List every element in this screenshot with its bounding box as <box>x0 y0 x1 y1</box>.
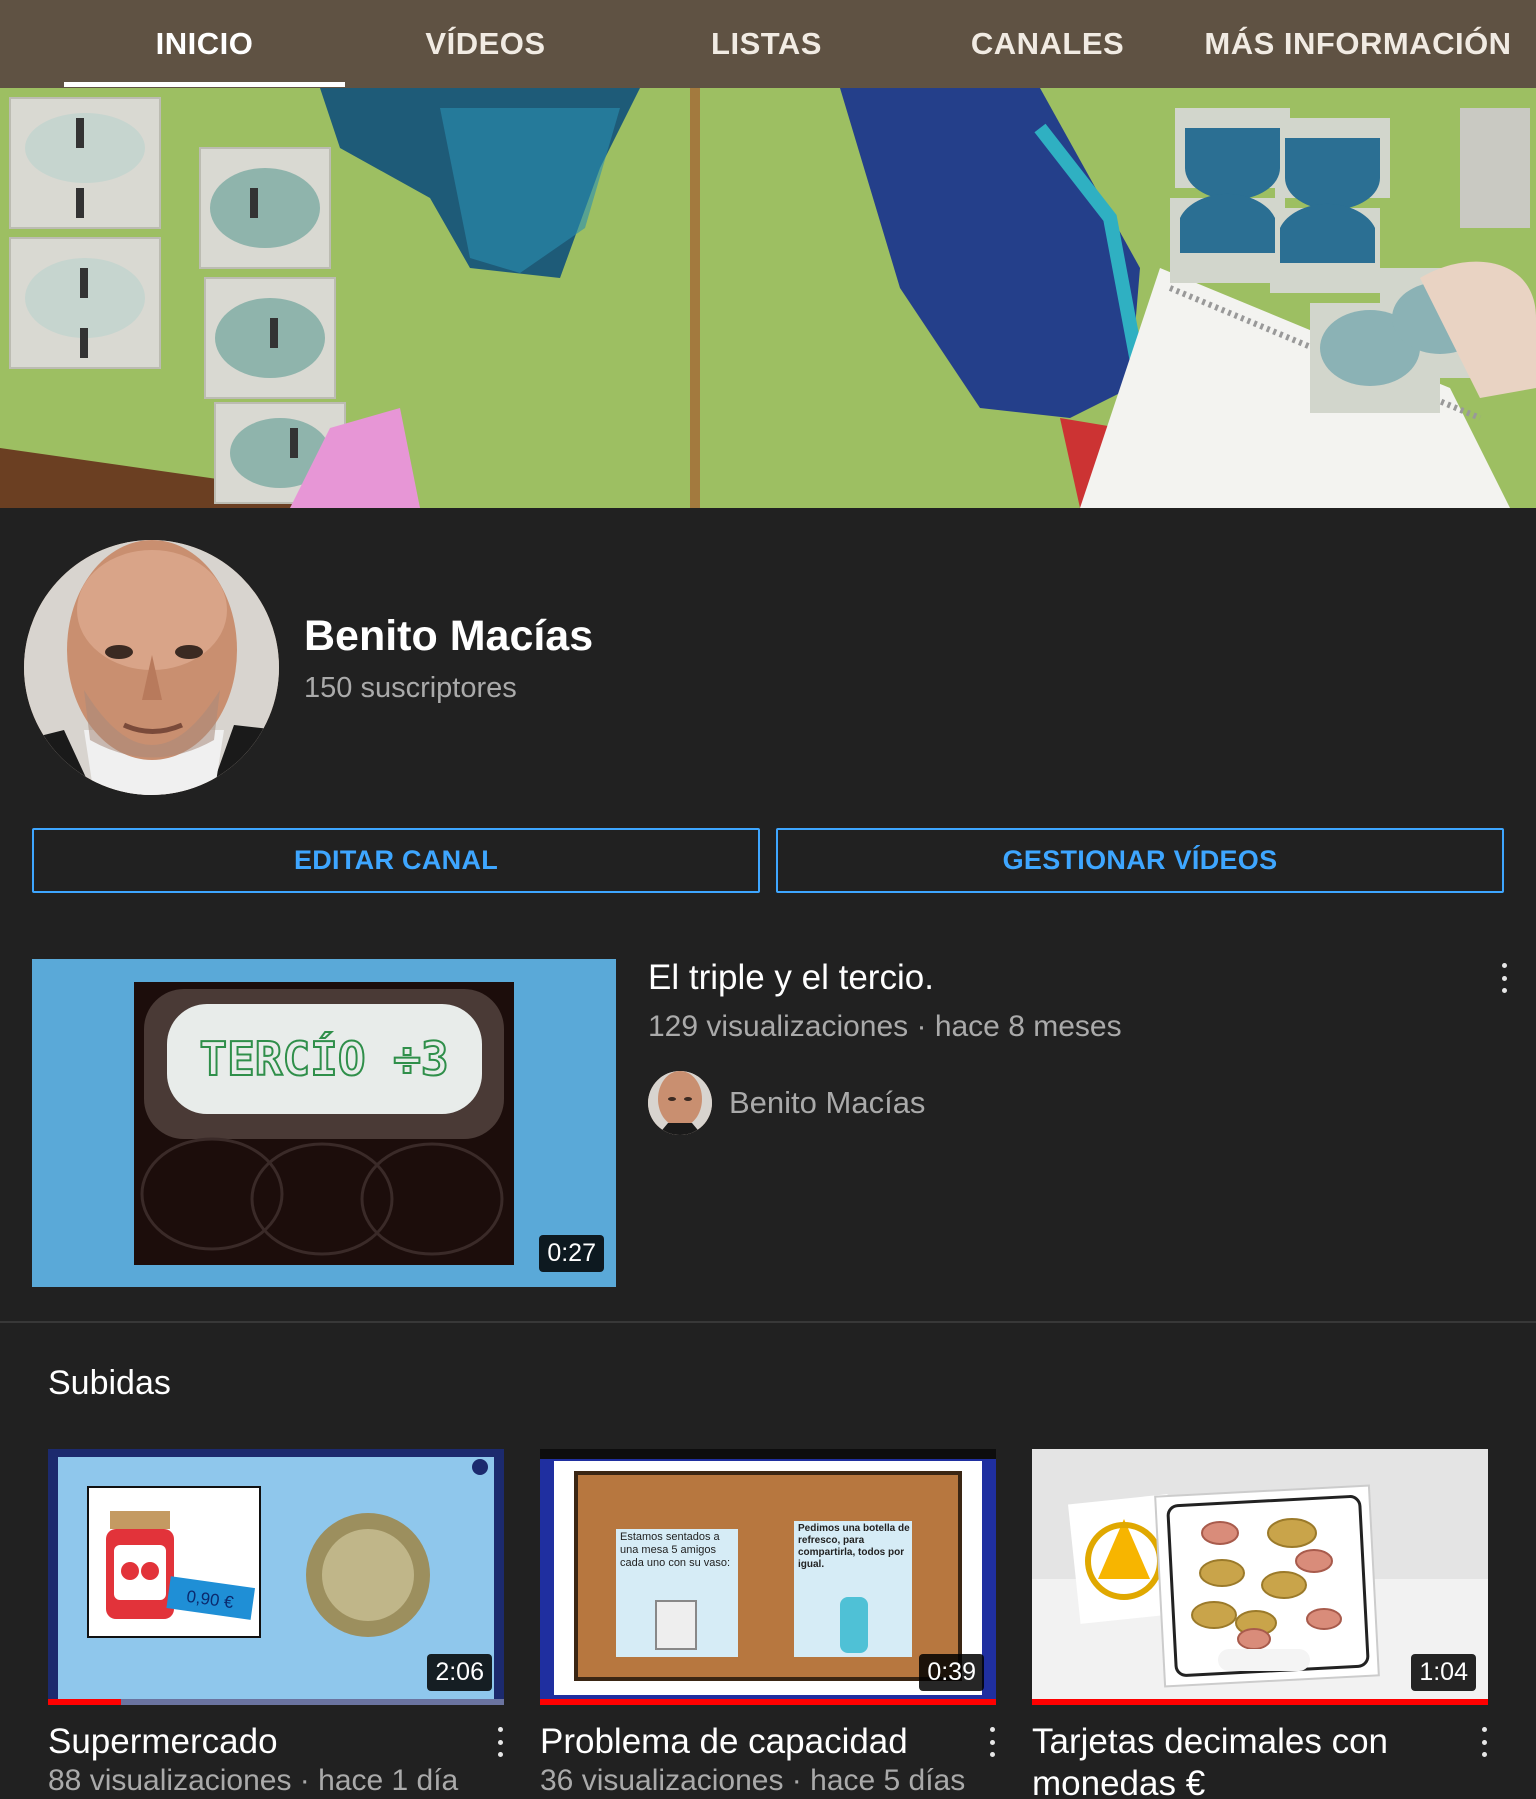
upload-meta-capacidad: 36 visualizaciones · hace 5 días <box>540 1764 966 1797</box>
channel-avatar[interactable] <box>24 540 279 795</box>
manage-videos-button[interactable]: GESTIONAR VÍDEOS <box>776 828 1504 893</box>
featured-video-thumbnail[interactable]: TERCÍO ÷3 0:27 <box>32 959 616 1287</box>
tab-inicio[interactable]: INICIO <box>64 0 345 88</box>
upload-meta-supermercado: 88 visualizaciones · hace 1 día <box>48 1764 459 1797</box>
channel-tab-bar: INICIO VÍDEOS LISTAS CANALES MÁS INFORMA… <box>0 0 1536 88</box>
capacidad-duration: 0:39 <box>919 1654 984 1691</box>
featured-author-name[interactable]: Benito Macías <box>729 1085 925 1121</box>
tab-mas-informacion[interactable]: MÁS INFORMACIÓN <box>1188 0 1528 88</box>
capacidad-note-right: Pedimos una botella de refresco, para co… <box>798 1523 910 1570</box>
featured-video-title[interactable]: El triple y el tercio. <box>648 958 934 998</box>
channel-name: Benito Macías <box>304 612 594 660</box>
channel-banner <box>0 88 1536 508</box>
featured-duration: 0:27 <box>539 1235 604 1272</box>
uploads-section-title: Subidas <box>48 1364 171 1402</box>
section-divider <box>0 1321 1536 1323</box>
tarjetas-duration: 1:04 <box>1411 1654 1476 1691</box>
upload-thumbnail-tarjetas-decimales[interactable]: 1:04 <box>1032 1449 1488 1705</box>
banner-image <box>0 88 1536 508</box>
featured-more-icon[interactable] <box>1494 963 1514 993</box>
author-avatar-image <box>648 1071 712 1135</box>
upload-title-problema-capacidad[interactable]: Problema de capacidad <box>540 1721 960 1763</box>
featured-author-avatar[interactable] <box>648 1071 712 1135</box>
capacidad-watch-progress <box>540 1699 996 1705</box>
tarjetas-watch-progress <box>1032 1699 1488 1705</box>
featured-thumbnail-image: TERCÍO ÷3 <box>32 959 616 1287</box>
supermercado-duration: 2:06 <box>427 1654 492 1691</box>
upload-title-tarjetas-decimales[interactable]: Tarjetas decimales con monedas € <box>1032 1721 1462 1799</box>
upload-more-icon-capacidad[interactable] <box>982 1727 1002 1757</box>
subscriber-count: 150 suscriptores <box>304 672 517 704</box>
featured-thumb-text: TERCÍO ÷3 <box>199 1032 448 1086</box>
upload-thumbnail-supermercado[interactable]: 0,90 € 2:06 <box>48 1449 504 1705</box>
upload-more-icon-supermercado[interactable] <box>490 1727 510 1757</box>
avatar-image <box>24 540 279 795</box>
tab-canales[interactable]: CANALES <box>907 0 1188 88</box>
upload-more-icon-tarjetas[interactable] <box>1474 1727 1494 1757</box>
active-tab-indicator <box>64 82 345 87</box>
featured-video-meta: 129 visualizaciones · hace 8 meses <box>648 1010 1122 1043</box>
capacidad-note-left: Estamos sentados a una mesa 5 amigos cad… <box>620 1531 731 1569</box>
upload-thumbnail-problema-capacidad[interactable]: Estamos sentados a una mesa 5 amigos cad… <box>540 1449 996 1705</box>
upload-title-supermercado[interactable]: Supermercado <box>48 1721 468 1763</box>
edit-channel-button[interactable]: EDITAR CANAL <box>32 828 760 893</box>
tab-listas[interactable]: LISTAS <box>626 0 907 88</box>
tab-videos[interactable]: VÍDEOS <box>345 0 626 88</box>
supermercado-watch-progress <box>48 1699 504 1705</box>
